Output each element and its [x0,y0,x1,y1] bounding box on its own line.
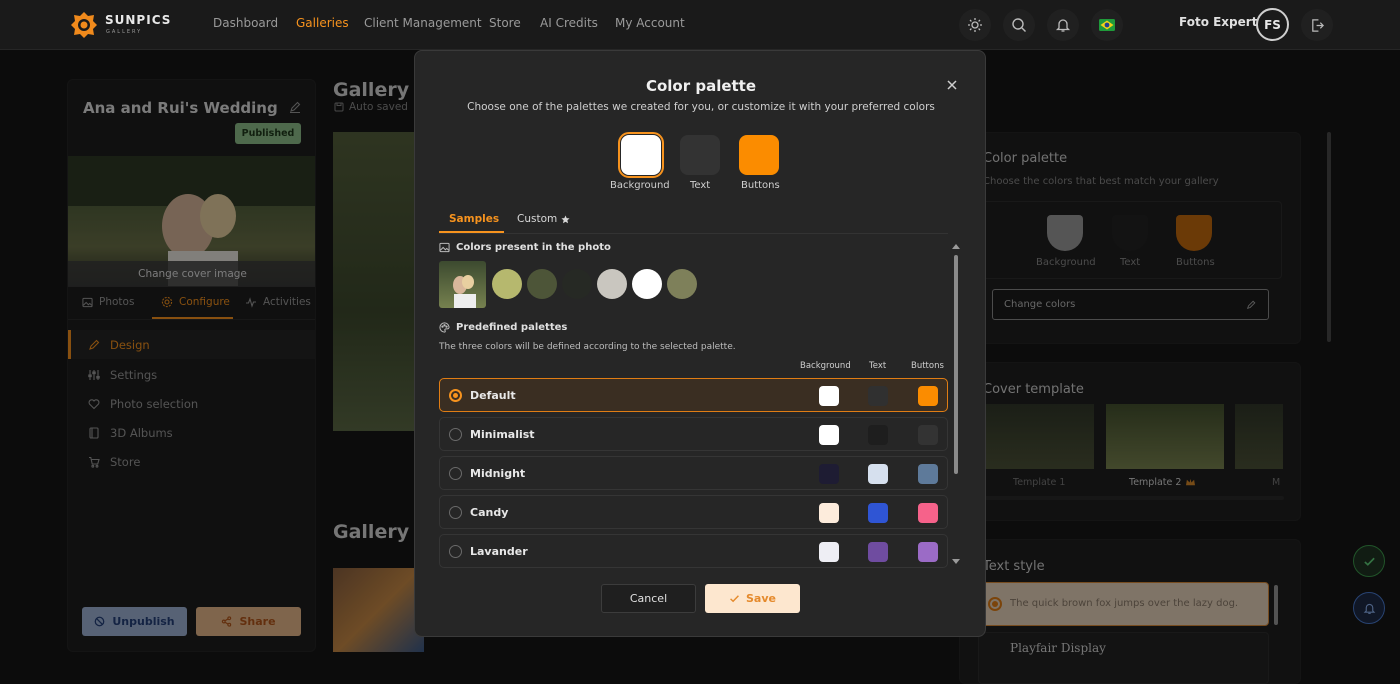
palette-name: Minimalist [470,428,535,441]
palette-swatch-buttons [918,464,938,484]
palette-row-candy[interactable]: Candy [439,495,948,529]
col-header-background: Background [800,361,851,371]
radio-lavander[interactable] [449,545,462,558]
palette-name: Candy [470,506,509,519]
predefined-heading: Predefined palettes [439,322,567,333]
top-navbar: SUNPICS GALLERY Dashboard Galleries Clie… [0,0,1400,50]
photo-color-5[interactable] [632,269,662,299]
photo-color-2[interactable] [527,269,557,299]
palette-name: Midnight [470,467,526,480]
palette-swatch-buttons [918,503,938,523]
nav-my-account[interactable]: My Account [615,16,685,30]
nav-galleries[interactable]: Galleries [296,16,349,30]
brand-sub: GALLERY [106,29,143,35]
radio-candy[interactable] [449,506,462,519]
tab-custom-label: Custom [517,213,558,225]
thumbnail-couple [453,275,476,308]
bell-icon [1055,19,1071,32]
image-icon [439,242,450,253]
radio-minimalist[interactable] [449,428,462,441]
modal-swatch-label-background: Background [610,180,670,191]
palette-swatch-text [868,386,888,406]
modal-swatch-label-text: Text [690,180,711,191]
radio-default-dot [453,393,458,398]
theme-toggle-button[interactable] [959,9,991,41]
tab-samples[interactable]: Samples [449,213,499,225]
scroll-up-arrow[interactable] [952,244,960,249]
photo-color-3[interactable] [562,269,592,299]
palette-swatch-text [868,503,888,523]
modal-title: Color palette [645,77,757,95]
photo-colors-label: Colors present in the photo [456,242,611,253]
predefined-note: The three colors will be defined accordi… [439,342,736,352]
search-button[interactable] [1003,9,1035,41]
photo-thumbnail [439,261,486,308]
brand-logo[interactable] [70,11,98,39]
tabs-divider [439,233,948,234]
palette-swatch-text [868,542,888,562]
palette-row-lavander[interactable]: Lavander [439,534,948,568]
nav-store[interactable]: Store [489,16,521,30]
palette-icon [439,322,450,333]
nav-dashboard[interactable]: Dashboard [213,16,278,30]
palette-name: Lavander [470,545,528,558]
modal-swatch-text[interactable] [680,135,720,175]
star-icon [561,214,570,223]
avatar-initials: FS [1264,17,1281,32]
logout-button[interactable] [1301,9,1333,41]
palette-row-minimalist[interactable]: Minimalist [439,417,948,451]
palette-name: Default [470,389,516,402]
search-icon [1012,18,1026,32]
notifications-button[interactable] [1047,9,1079,41]
cancel-label: Cancel [629,592,668,605]
palette-swatch-buttons [918,386,938,406]
predefined-label: Predefined palettes [456,322,568,333]
sun-icon [968,18,982,32]
tab-custom[interactable]: Custom [517,213,570,225]
photo-colors-heading: Colors present in the photo [439,242,611,253]
radio-midnight[interactable] [449,467,462,480]
close-button[interactable] [945,78,959,92]
close-icon [947,80,957,90]
palette-swatch-background [819,503,839,523]
modal-swatch-label-buttons: Buttons [741,180,780,191]
user-avatar[interactable]: FS [1256,8,1289,41]
photo-color-4[interactable] [597,269,627,299]
modal-subtitle: Choose one of the palettes we created fo… [467,101,935,113]
palette-swatch-background [819,425,839,445]
language-button[interactable] [1091,9,1123,41]
brand-name: SUNPICS [105,13,172,27]
color-palette-modal: Color palette Choose one of the palettes… [414,50,986,637]
palette-row-midnight[interactable]: Midnight [439,456,948,490]
palette-swatch-background [819,464,839,484]
save-label: Save [746,592,776,605]
palette-swatch-buttons [918,425,938,445]
palette-swatch-text [868,425,888,445]
brazil-flag-icon [1099,19,1115,31]
nav-ai-credits[interactable]: AI Credits [540,16,598,30]
palette-swatch-text [868,464,888,484]
list-fade [435,568,955,576]
cancel-button[interactable]: Cancel [601,584,696,613]
scroll-down-arrow[interactable] [952,559,960,564]
palette-row-default[interactable]: Default [439,378,948,412]
modal-swatch-buttons[interactable] [739,135,779,175]
photo-color-1[interactable] [492,269,522,299]
check-icon [730,595,739,603]
nav-client-management[interactable]: Client Management [364,16,482,30]
save-button[interactable]: Save [705,584,800,613]
col-header-buttons: Buttons [911,361,944,371]
list-scrollbar-thumb[interactable] [954,255,958,474]
logout-icon [1311,18,1324,32]
palette-swatch-buttons [918,542,938,562]
palette-swatch-background [819,386,839,406]
palette-swatch-background [819,542,839,562]
photo-color-6[interactable] [667,269,697,299]
modal-swatch-background[interactable] [618,132,664,178]
user-name[interactable]: Foto Expert [1179,15,1257,29]
col-header-text: Text [869,361,887,371]
sun-logo-icon [71,12,97,38]
